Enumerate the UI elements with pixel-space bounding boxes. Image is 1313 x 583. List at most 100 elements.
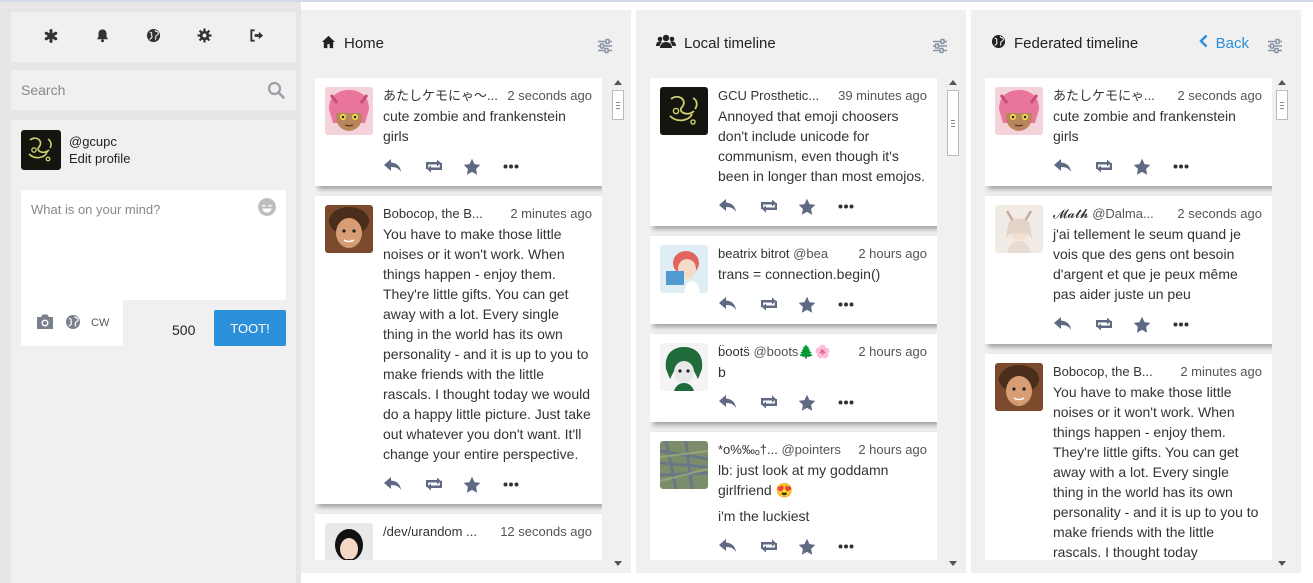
status-item[interactable]: b̈oots̈ @boots🌲🌸 2 hours ago b xyxy=(650,334,937,422)
boost-icon[interactable] xyxy=(758,296,798,312)
timestamp[interactable]: 2 hours ago xyxy=(858,245,927,263)
display-name[interactable]: /dev/urandom ... xyxy=(383,523,496,541)
edit-profile-link[interactable]: Edit profile xyxy=(69,150,130,167)
favourite-icon[interactable] xyxy=(798,394,838,411)
avatar[interactable] xyxy=(995,87,1043,135)
status-item[interactable]: beatrix bitrot @bea 2 hours ago trans = c… xyxy=(650,236,937,324)
favourite-icon[interactable] xyxy=(798,198,838,215)
timestamp[interactable]: 39 minutes ago xyxy=(838,87,927,105)
avatar[interactable] xyxy=(21,130,61,170)
public-timeline-button[interactable] xyxy=(139,23,167,51)
boost-icon[interactable] xyxy=(758,394,798,410)
timestamp[interactable]: 2 hours ago xyxy=(858,441,927,459)
avatar[interactable] xyxy=(660,245,708,293)
timestamp[interactable]: 2 minutes ago xyxy=(1180,363,1262,381)
emoji-picker-icon[interactable] xyxy=(258,198,276,216)
avatar[interactable] xyxy=(995,205,1043,253)
more-icon[interactable] xyxy=(1173,164,1213,169)
boost-icon[interactable] xyxy=(1093,158,1133,174)
account-handle[interactable]: @bea xyxy=(793,245,854,263)
display-name[interactable]: GCU Prosthetic... xyxy=(718,87,834,105)
scrollbar-thumb[interactable] xyxy=(1276,90,1288,120)
reply-icon[interactable] xyxy=(718,198,758,214)
scroll-up-arrow[interactable] xyxy=(949,80,957,85)
more-icon[interactable] xyxy=(1173,322,1213,327)
timestamp[interactable]: 2 hours ago xyxy=(858,343,927,361)
display-name[interactable]: あたしケモにゃ... xyxy=(1053,87,1173,105)
getting-started-button[interactable] xyxy=(37,23,65,51)
sliders-icon[interactable] xyxy=(597,38,613,54)
timestamp[interactable]: 2 minutes ago xyxy=(510,205,592,223)
display-name[interactable]: 𝓜𝓪𝓽𝓱 xyxy=(1053,205,1089,223)
avatar[interactable] xyxy=(325,523,373,560)
boost-icon[interactable] xyxy=(1093,316,1133,332)
scrollbar[interactable] xyxy=(946,78,960,568)
more-icon[interactable] xyxy=(838,400,878,405)
timestamp[interactable]: 2 seconds ago xyxy=(1177,205,1262,223)
search-icon[interactable] xyxy=(266,80,286,100)
status-item[interactable]: あたしケモにゃ～... 2 seconds ago cute zombie and… xyxy=(315,78,602,186)
display-name[interactable]: beatrix bitrot xyxy=(718,245,790,263)
timestamp[interactable]: 2 seconds ago xyxy=(1177,87,1262,105)
scroll-down-arrow[interactable] xyxy=(614,561,622,566)
favourite-icon[interactable] xyxy=(463,476,503,493)
boost-icon[interactable] xyxy=(758,198,798,214)
status-item[interactable]: Bobocop, the B... 2 minutes ago You have … xyxy=(315,196,602,504)
privacy-globe-icon[interactable] xyxy=(65,314,81,333)
more-icon[interactable] xyxy=(503,164,543,169)
reply-icon[interactable] xyxy=(718,538,758,554)
favourite-icon[interactable] xyxy=(463,158,503,175)
status-item[interactable]: GCU Prosthetic... 39 minutes ago Annoyed … xyxy=(650,78,937,226)
toot-button[interactable]: TOOT! xyxy=(214,310,286,346)
reply-icon[interactable] xyxy=(1053,158,1093,174)
favourite-icon[interactable] xyxy=(1133,316,1173,333)
display-name[interactable]: Bobocop, the B... xyxy=(1053,363,1176,381)
avatar[interactable] xyxy=(325,205,373,253)
logout-button[interactable] xyxy=(242,23,270,51)
favourite-icon[interactable] xyxy=(1133,158,1173,175)
boost-icon[interactable] xyxy=(758,538,798,554)
more-icon[interactable] xyxy=(838,544,878,549)
display-name[interactable]: あたしケモにゃ～... xyxy=(383,87,503,105)
display-name[interactable]: Bobocop, the B... xyxy=(383,205,506,223)
more-icon[interactable] xyxy=(838,204,878,209)
scrollbar[interactable] xyxy=(611,78,625,568)
scroll-up-arrow[interactable] xyxy=(614,80,622,85)
reply-icon[interactable] xyxy=(383,476,423,492)
sliders-icon[interactable] xyxy=(932,38,948,54)
display-name[interactable]: b̈oots̈ xyxy=(718,343,750,361)
scrollbar[interactable] xyxy=(1275,78,1289,568)
status-item[interactable]: 𝓜𝓪𝓽𝓱 @Dalma... 2 seconds ago j'ai telleme… xyxy=(985,196,1272,344)
avatar[interactable] xyxy=(660,441,708,489)
scroll-down-arrow[interactable] xyxy=(1278,561,1286,566)
status-item[interactable]: *o%‰ₒ†... @pointers 2 hours ago lb: just … xyxy=(650,432,937,560)
sliders-icon[interactable] xyxy=(1267,38,1283,54)
account-handle[interactable]: @pointers xyxy=(781,441,854,459)
display-name[interactable]: *o%‰ₒ†... xyxy=(718,441,778,459)
camera-icon[interactable] xyxy=(35,313,55,333)
scroll-down-arrow[interactable] xyxy=(949,561,957,566)
scrollbar-thumb[interactable] xyxy=(612,90,624,120)
account-handle[interactable]: @boots🌲🌸 xyxy=(753,343,854,361)
avatar[interactable] xyxy=(995,363,1043,411)
avatar[interactable] xyxy=(325,87,373,135)
column-header[interactable]: Home xyxy=(301,10,631,76)
status-item[interactable]: /dev/urandom ... 12 seconds ago xyxy=(315,514,602,560)
preferences-button[interactable] xyxy=(191,23,219,51)
avatar[interactable] xyxy=(660,343,708,391)
boost-icon[interactable] xyxy=(423,476,463,492)
status-item[interactable]: Bobocop, the B... 2 minutes ago You have … xyxy=(985,354,1272,560)
reply-icon[interactable] xyxy=(1053,316,1093,332)
timestamp[interactable]: 12 seconds ago xyxy=(500,523,592,541)
scroll-up-arrow[interactable] xyxy=(1278,80,1286,85)
column-header[interactable]: Local timeline xyxy=(636,10,966,76)
content-warning-toggle[interactable]: CW xyxy=(91,317,109,329)
account-handle[interactable]: @Dalma... xyxy=(1092,205,1173,223)
more-icon[interactable] xyxy=(503,482,543,487)
search-input[interactable] xyxy=(21,82,266,98)
column-header[interactable]: Federated timeline xyxy=(971,10,1301,76)
scrollbar-thumb[interactable] xyxy=(947,90,959,156)
reply-icon[interactable] xyxy=(718,296,758,312)
notifications-button[interactable] xyxy=(88,23,116,51)
favourite-icon[interactable] xyxy=(798,296,838,313)
